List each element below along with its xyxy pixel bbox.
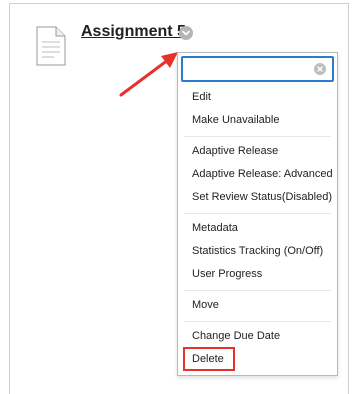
chevron-down-icon[interactable] xyxy=(179,26,193,40)
menu-item-move[interactable]: Move xyxy=(192,298,219,312)
menu-divider xyxy=(184,136,331,137)
menu-item-metadata[interactable]: Metadata xyxy=(192,221,238,235)
menu-item-set-review-status[interactable]: Set Review Status(Disabled) xyxy=(192,190,332,204)
menu-item-edit[interactable]: Edit xyxy=(192,90,211,104)
menu-item-change-due-date[interactable]: Change Due Date xyxy=(192,329,280,343)
menu-item-make-unavailable[interactable]: Make Unavailable xyxy=(192,113,279,127)
menu-search-box[interactable] xyxy=(181,56,334,82)
menu-search-input[interactable] xyxy=(187,61,307,77)
clear-icon[interactable] xyxy=(314,63,326,75)
menu-item-delete[interactable]: Delete xyxy=(192,352,224,366)
menu-divider xyxy=(184,213,331,214)
document-icon xyxy=(36,26,66,66)
menu-item-user-progress[interactable]: User Progress xyxy=(192,267,262,281)
menu-divider xyxy=(184,321,331,322)
menu-item-adaptive-release-advanced[interactable]: Adaptive Release: Advanced xyxy=(192,167,333,181)
item-title-link[interactable]: Assignment 5 xyxy=(81,23,186,41)
context-menu: Edit Make Unavailable Adaptive Release A… xyxy=(177,52,338,376)
menu-item-statistics-tracking[interactable]: Statistics Tracking (On/Off) xyxy=(192,244,323,258)
menu-item-adaptive-release[interactable]: Adaptive Release xyxy=(192,144,278,158)
menu-divider xyxy=(184,290,331,291)
